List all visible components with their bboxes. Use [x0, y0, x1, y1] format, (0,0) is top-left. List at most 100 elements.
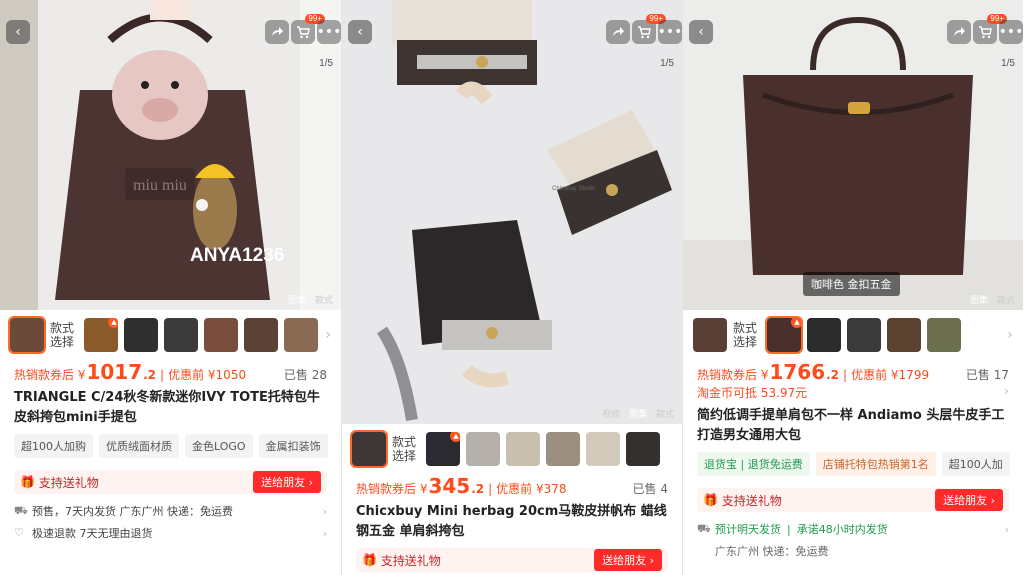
shipping-row[interactable]: ⛟ 预计明天发货 | 承诺48小时内发货 › [683, 518, 1023, 540]
image-counter: 1/5 [319, 58, 333, 69]
coin-discount-row[interactable]: 淘金币可抵 53.97元 › [683, 384, 1023, 402]
style-thumb[interactable] [807, 318, 841, 352]
tab-gallery[interactable]: 图集 [970, 296, 988, 306]
chevron-right-icon: › [322, 504, 327, 518]
location-text: 广东广州 快递：免运费 [715, 545, 829, 558]
gift-row[interactable]: 🎁 支持送礼物 送给朋友 › [697, 488, 1009, 512]
price-before: 378 [543, 482, 567, 496]
feature-tags: 退货宝 | 退货免运费 店铺托特包热销第1名 超100人加 [683, 446, 1023, 482]
chevron-right-icon[interactable]: › [325, 327, 331, 343]
send-to-friend-button[interactable]: 送给朋友 › [253, 471, 321, 493]
cart-button[interactable]: 99+ [632, 14, 666, 44]
style-thumbnails: 款式选择 ▲ [342, 424, 682, 474]
gift-row[interactable]: 🎁 支持送礼物 送给朋友 › [14, 470, 327, 494]
style-thumb[interactable] [164, 318, 198, 352]
cart-button[interactable]: 99+ [973, 14, 1007, 44]
style-thumb[interactable] [204, 318, 238, 352]
tab-styles[interactable]: 款式 [997, 296, 1015, 306]
gift-row[interactable]: 🎁 支持送礼物 送给朋友 › [356, 548, 668, 572]
product-image[interactable]: ‹ 99+ ••• 1/5 Chicxbuy Studio 视频 图集 款式 [342, 0, 682, 424]
product-image[interactable]: miu miu ‹ 99+ ••• 1/5 ANYA1236 图集 款式 [0, 0, 341, 310]
truck-icon: ⛟ [697, 522, 711, 535]
refund-text: 极速退款 7天无理由退货 [32, 527, 153, 540]
style-thumb[interactable] [847, 318, 881, 352]
variant-chip: 咖啡色 金扣五金 [803, 272, 900, 296]
share-button[interactable] [606, 20, 630, 44]
back-button[interactable]: ‹ [689, 20, 713, 44]
image-counter: 1/5 [1001, 58, 1015, 69]
cart-icon [638, 26, 651, 39]
more-icon: ••• [657, 24, 682, 40]
tab-video[interactable]: 视频 [602, 410, 620, 420]
style-thumb[interactable] [244, 318, 278, 352]
style-thumb[interactable] [350, 430, 388, 468]
style-select-label[interactable]: 款式选择 [733, 321, 761, 349]
more-button[interactable]: ••• [658, 20, 682, 44]
refund-row[interactable]: ♡ 极速退款 7天无理由退货 › [0, 522, 341, 544]
style-thumb[interactable] [124, 318, 158, 352]
style-select-label[interactable]: 款式选择 [392, 435, 420, 463]
price-row: 热销款券后 ¥ 345 .2 | 优惠前 ¥ 378 已售 4 [356, 474, 668, 498]
tab-styles[interactable]: 款式 [315, 296, 333, 306]
tab-styles[interactable]: 款式 [656, 410, 674, 420]
more-button[interactable]: ••• [999, 20, 1023, 44]
style-thumb[interactable] [8, 316, 46, 354]
back-button[interactable]: ‹ [348, 20, 372, 44]
feature-tag: 超100人加 [941, 452, 1010, 476]
tab-gallery[interactable]: 图集 [288, 296, 306, 306]
style-thumb[interactable] [586, 432, 620, 466]
watermark: Chicxbuy Studio [552, 186, 596, 192]
share-button[interactable] [265, 20, 289, 44]
share-icon [613, 27, 624, 36]
shipping-text: 预计明天发货 [715, 523, 781, 536]
image-counter: 1/5 [660, 58, 674, 69]
style-thumb[interactable] [506, 432, 540, 466]
product-panel-3: ‹ 99+ ••• 1/5 咖啡色 金扣五金 图集 款式 款式选择 ▲ › 热销… [682, 0, 1023, 575]
style-thumb[interactable] [887, 318, 921, 352]
style-select-label[interactable]: 款式选择 [50, 321, 78, 349]
price-before-label: 优惠前 ¥ [496, 482, 544, 496]
feature-tags: 超100人加购 优质绒面材质 金色LOGO 金属扣装饰 [0, 428, 341, 464]
more-icon: ••• [998, 24, 1023, 40]
product-panel-1: miu miu ‹ 99+ ••• 1/5 ANYA1236 图集 款式 款式选… [0, 0, 341, 575]
image-caption: ANYA1236 [190, 245, 285, 266]
send-to-friend-button[interactable]: 送给朋友 › [594, 549, 662, 571]
tab-gallery[interactable]: 图集 [629, 410, 647, 420]
style-thumb[interactable] [546, 432, 580, 466]
shipping-row[interactable]: ⛟ 预售，7天内发货 广东广州 快递：免运费 › [0, 500, 341, 522]
shipping-text: 预售，7天内发货 广东广州 快递：免运费 [32, 505, 233, 518]
share-icon [272, 27, 283, 36]
product-image[interactable]: ‹ 99+ ••• 1/5 咖啡色 金扣五金 图集 款式 [683, 0, 1023, 310]
feature-tag: 退货宝 | 退货免运费 [697, 452, 810, 476]
style-thumb[interactable]: ▲ [765, 316, 803, 354]
hot-icon: ▲ [450, 432, 460, 442]
more-button[interactable]: ••• [317, 20, 341, 44]
feature-tag: 优质绒面材质 [99, 434, 179, 458]
cart-icon [979, 26, 992, 39]
style-thumb[interactable]: ▲ [84, 318, 118, 352]
svg-text:miu miu: miu miu [133, 177, 187, 194]
cart-icon [297, 26, 310, 39]
chevron-right-icon[interactable]: › [1007, 327, 1013, 343]
price-prefix: 热销款券后 ¥ [697, 368, 769, 382]
chevron-right-icon: › [322, 526, 327, 540]
style-thumb[interactable] [626, 432, 660, 466]
send-to-friend-button[interactable]: 送给朋友 › [935, 489, 1003, 511]
product-comparison-screen: miu miu ‹ 99+ ••• 1/5 ANYA1236 图集 款式 款式选… [0, 0, 1024, 575]
share-button[interactable] [947, 20, 971, 44]
cart-button[interactable]: 99+ [291, 14, 325, 44]
price-integer: 1017 [86, 360, 143, 384]
image-tabs: 视频 图集 款式 [596, 407, 674, 420]
back-button[interactable]: ‹ [6, 20, 30, 44]
style-thumb[interactable] [284, 318, 318, 352]
feature-tag: 金属扣装饰 [258, 434, 328, 458]
style-thumb[interactable] [693, 318, 727, 352]
style-thumb[interactable] [927, 318, 961, 352]
style-thumb[interactable] [466, 432, 500, 466]
bag-photo: miu miu [0, 0, 341, 310]
price-prefix: 热销款券后 ¥ [14, 368, 86, 382]
price-before-label: 优惠前 ¥ [851, 368, 899, 382]
bag-photo [683, 0, 1023, 310]
style-thumb[interactable]: ▲ [426, 432, 460, 466]
gift-label: 支持送礼物 [721, 493, 782, 508]
